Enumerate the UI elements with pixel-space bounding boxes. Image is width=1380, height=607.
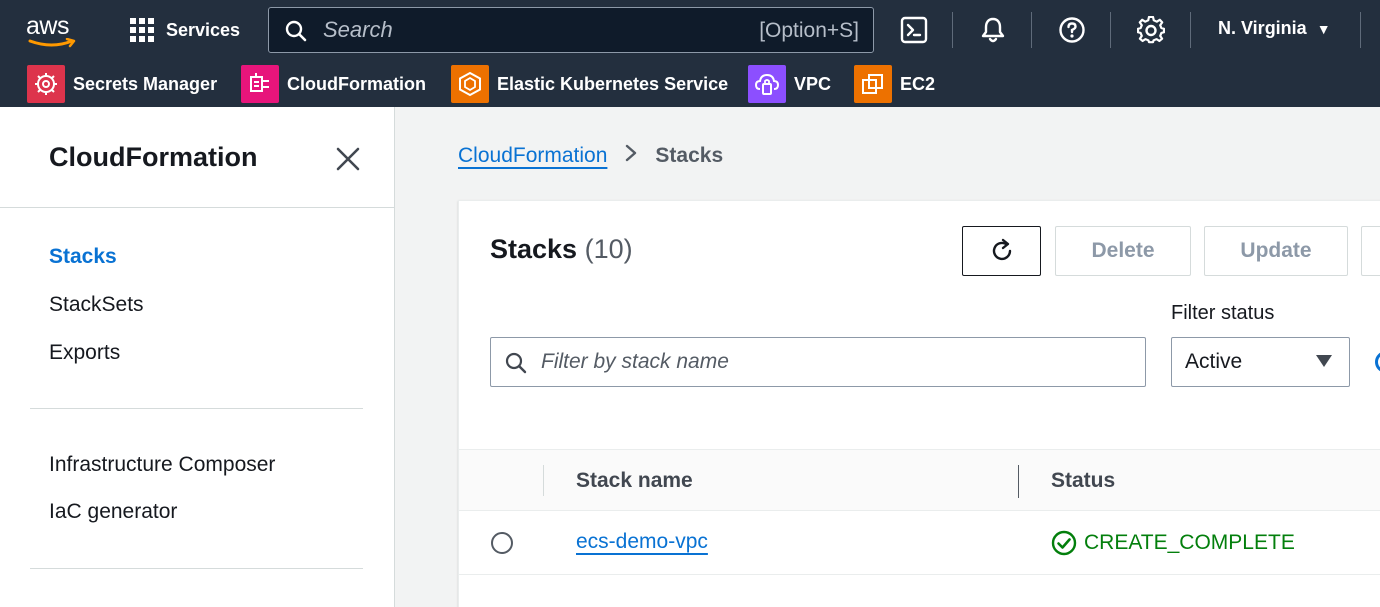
refresh-button[interactable]: [962, 226, 1041, 276]
bell-icon[interactable]: [978, 15, 1008, 45]
aws-logo[interactable]: aws: [26, 12, 78, 48]
row-select-radio[interactable]: [491, 532, 513, 554]
stack-status: CREATE_COMPLETE: [1051, 530, 1295, 556]
sidebar-item-stacksets[interactable]: StackSets: [49, 293, 144, 317]
caret-down-icon: ▼: [1316, 20, 1331, 37]
filter-stack-name[interactable]: [490, 337, 1146, 387]
table-header: Stack name Status: [459, 449, 1380, 511]
search-input[interactable]: [323, 14, 743, 46]
nav-divider: [1110, 12, 1111, 48]
favorites-bar: Secrets Manager CloudFormation Elastic K…: [0, 60, 1380, 107]
services-label: Services: [166, 19, 241, 40]
nav-divider: [952, 12, 953, 48]
search-icon: [285, 20, 307, 42]
sidebar-item-infrastructure-composer[interactable]: Infrastructure Composer: [49, 453, 275, 477]
grid-icon: [130, 18, 154, 42]
search-shortcut-hint: [Option+S]: [759, 19, 859, 42]
cloudformation-icon: [241, 65, 279, 103]
divider: [30, 568, 363, 569]
aws-smile-icon: [28, 38, 76, 48]
divider: [0, 207, 395, 208]
sidebar-title: CloudFormation: [49, 142, 258, 172]
region-selector[interactable]: N. Virginia ▼: [1218, 18, 1331, 39]
ec2-icon: [854, 65, 892, 103]
favorite-vpc[interactable]: VPC: [748, 65, 831, 103]
success-check-icon: [1051, 530, 1077, 556]
favorite-label: Secrets Manager: [73, 73, 218, 94]
caret-down-icon: [1316, 355, 1332, 367]
vpc-icon: [748, 65, 786, 103]
info-icon[interactable]: [1375, 351, 1380, 373]
stack-status-text: CREATE_COMPLETE: [1084, 531, 1295, 554]
side-navigation: CloudFormation Stacks StackSets Exports …: [0, 107, 395, 607]
refresh-icon: [992, 238, 1011, 261]
eks-icon: [451, 65, 489, 103]
column-header-stack-name[interactable]: Stack name: [576, 469, 693, 493]
favorite-elastic-kubernetes-service[interactable]: Elastic Kubernetes Service: [451, 65, 728, 103]
divider: [30, 408, 363, 409]
region-label: N. Virginia: [1218, 18, 1307, 38]
favorite-label: CloudFormation: [287, 73, 426, 94]
filter-status-label: Filter status: [1171, 302, 1275, 324]
sidebar-item-stacks[interactable]: Stacks: [49, 245, 117, 269]
favorite-label: EC2: [900, 73, 936, 94]
search-icon: [505, 352, 527, 374]
favorite-cloudformation[interactable]: CloudFormation: [241, 65, 426, 103]
table-row[interactable]: ecs-demo-vpc CREATE_COMPLETE: [459, 511, 1380, 575]
nav-divider: [1360, 12, 1361, 48]
favorite-label: VPC: [794, 73, 832, 94]
secrets-manager-icon: [27, 65, 65, 103]
global-search[interactable]: [Option+S]: [268, 7, 874, 53]
help-icon[interactable]: [1057, 15, 1087, 45]
gear-icon[interactable]: [1136, 15, 1166, 45]
filter-status-select[interactable]: Active: [1171, 337, 1350, 387]
favorite-secrets-manager[interactable]: Secrets Manager: [27, 65, 217, 103]
stack-name-link[interactable]: ecs-demo-vpc: [576, 530, 708, 554]
panel-title-text: Stacks: [490, 234, 578, 264]
favorite-label: Elastic Kubernetes Service: [497, 73, 729, 94]
nav-divider: [1190, 12, 1191, 48]
stack-count: (10): [584, 234, 633, 264]
aws-logo-text: aws: [26, 12, 69, 40]
sidebar-item-iac-generator[interactable]: IaC generator: [49, 500, 177, 524]
breadcrumb-cloudformation[interactable]: CloudFormation: [458, 144, 607, 168]
column-header-status[interactable]: Status: [1051, 469, 1115, 493]
close-icon[interactable]: [333, 144, 363, 174]
breadcrumb-current: Stacks: [655, 144, 724, 167]
update-button[interactable]: Update: [1204, 226, 1348, 276]
chevron-right-icon: [625, 144, 637, 168]
column-resize-handle[interactable]: [1018, 465, 1019, 498]
top-navigation: aws Services [Option+S]: [0, 0, 1380, 60]
filter-status-value: Active: [1185, 350, 1243, 373]
panel-title: Stacks (10): [490, 234, 633, 265]
cloudshell-icon[interactable]: [899, 15, 929, 45]
nav-divider: [1031, 12, 1032, 48]
favorite-ec2[interactable]: EC2: [854, 65, 935, 103]
filter-input[interactable]: [541, 347, 1121, 377]
stack-actions-button[interactable]: [1361, 226, 1380, 276]
sidebar-item-exports[interactable]: Exports: [49, 341, 120, 365]
column-divider: [543, 465, 544, 496]
services-menu-button[interactable]: Services: [130, 14, 240, 46]
stacks-panel: Stacks (10) Delete Update Filter status …: [458, 200, 1380, 607]
delete-button[interactable]: Delete: [1055, 226, 1191, 276]
breadcrumb: CloudFormation Stacks: [458, 144, 723, 168]
